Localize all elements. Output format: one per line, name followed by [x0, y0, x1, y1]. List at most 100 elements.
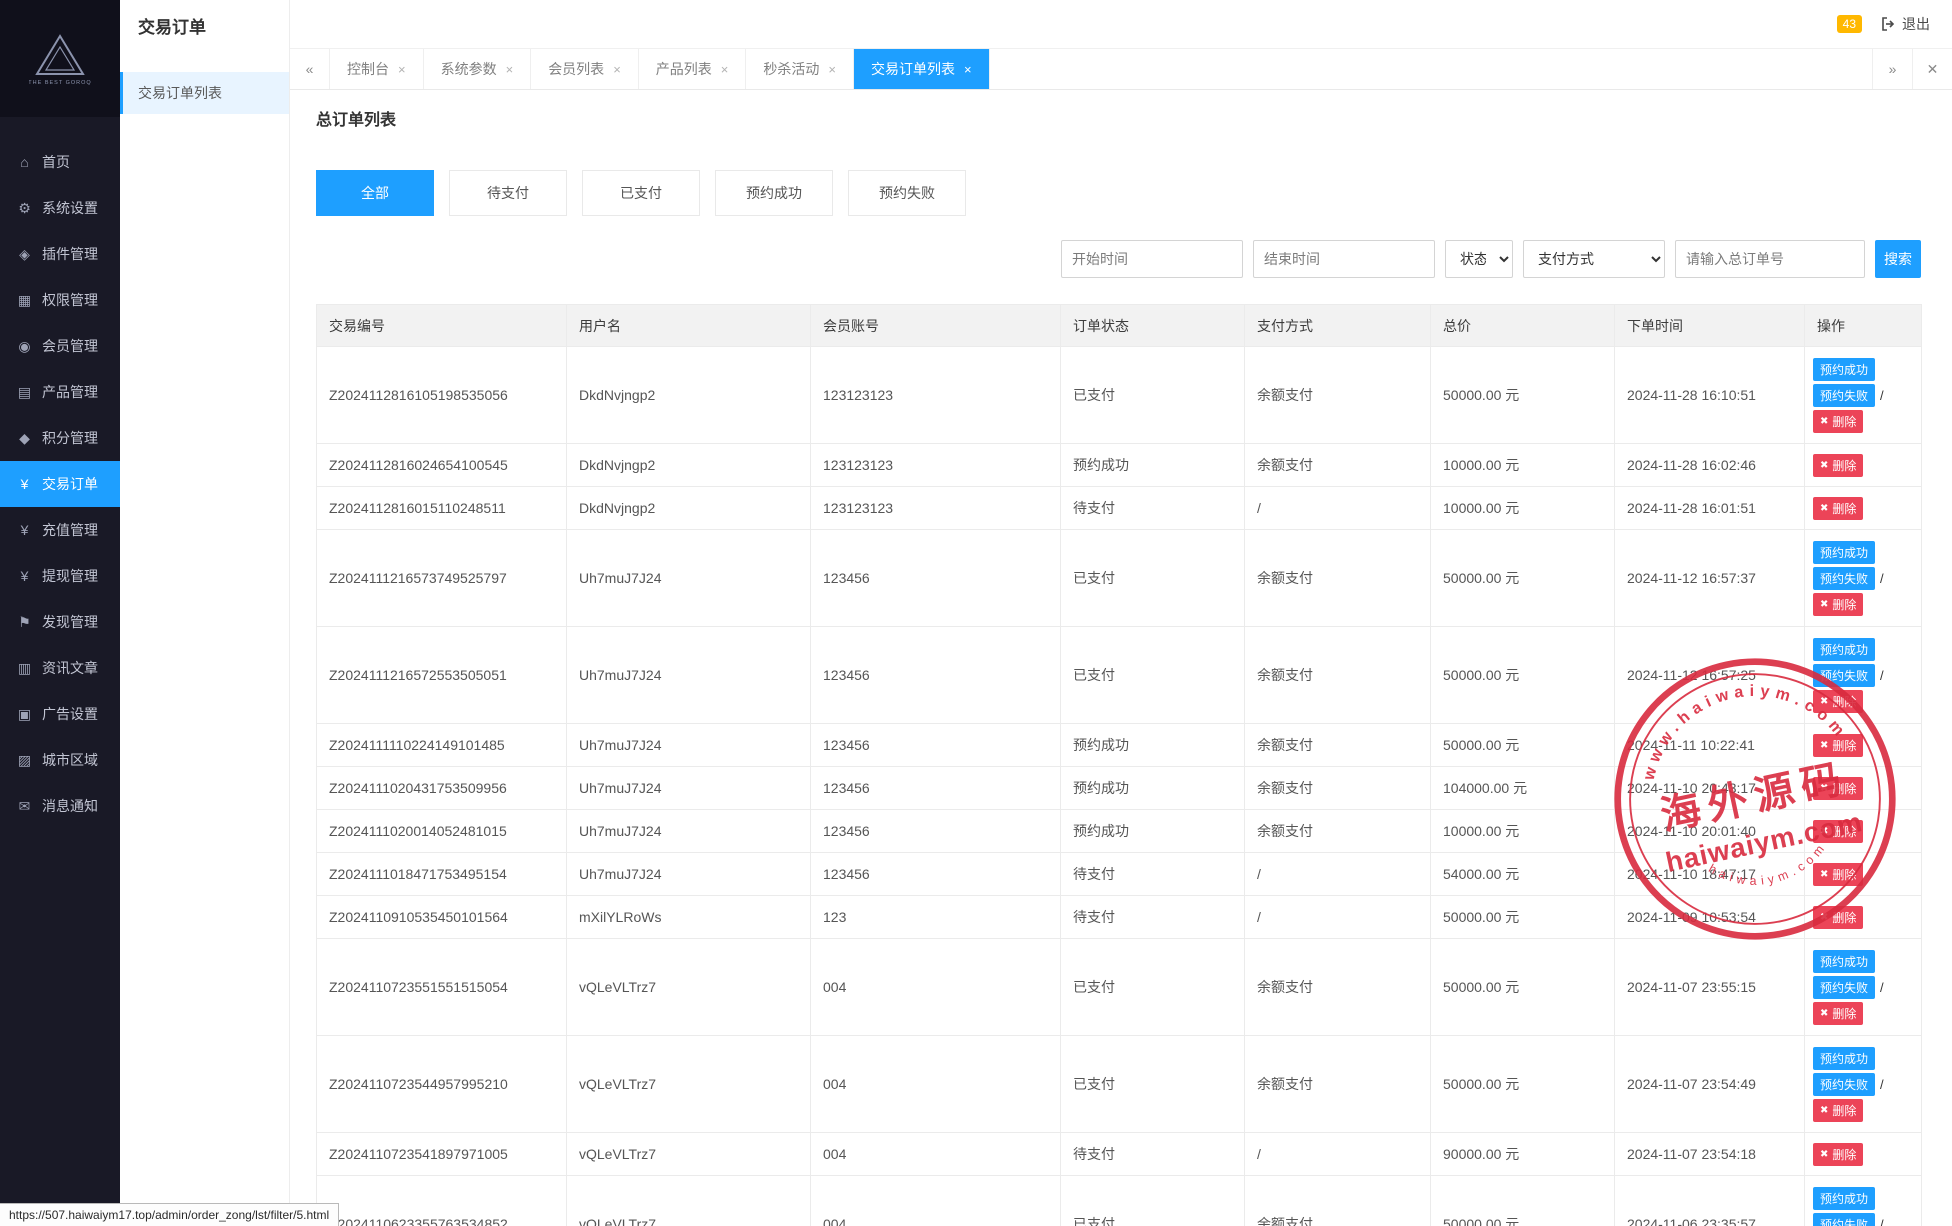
filter-tab-paid[interactable]: 已支付	[582, 170, 700, 216]
filter-tab-all[interactable]: 全部	[316, 170, 434, 216]
reserve-fail-button[interactable]: 预约失败	[1813, 1073, 1875, 1096]
delete-button[interactable]: ✖删除	[1813, 1143, 1863, 1166]
tab-system-params[interactable]: 系统参数×	[424, 49, 532, 89]
ads-icon: ▣	[16, 706, 33, 723]
delete-button[interactable]: ✖删除	[1813, 593, 1863, 616]
delete-x-icon: ✖	[1820, 460, 1828, 471]
sidebar-item-discovery-management[interactable]: ⚑发现管理	[0, 599, 120, 645]
delete-button[interactable]: ✖删除	[1813, 454, 1863, 477]
reserve-success-button[interactable]: 预约成功	[1813, 1187, 1875, 1210]
tab-close-icon[interactable]: ×	[613, 62, 621, 77]
notification-badge[interactable]: 43	[1837, 15, 1862, 33]
reserve-success-button[interactable]: 预约成功	[1813, 950, 1875, 973]
sidebar-item-points-management[interactable]: ◆积分管理	[0, 415, 120, 461]
submenu-item-trade-order-list[interactable]: 交易订单列表	[120, 72, 289, 114]
sidebar-item-product-management[interactable]: ▤产品管理	[0, 369, 120, 415]
tabs-close-all-button[interactable]: ✕	[1912, 49, 1952, 89]
sidebar-item-plugin-management[interactable]: ◈插件管理	[0, 231, 120, 277]
sidebar-item-home[interactable]: ⌂首页	[0, 139, 120, 185]
sidebar-item-city-region[interactable]: ▨城市区域	[0, 737, 120, 783]
reserve-fail-button[interactable]: 预约失败	[1813, 664, 1875, 687]
cell-pay-method: 余额支付	[1245, 530, 1431, 627]
order-no-input[interactable]	[1675, 240, 1865, 278]
tab-flash-sale[interactable]: 秒杀活动×	[746, 49, 854, 89]
cell-username: vQLeVLTrz7	[567, 1036, 811, 1133]
members-icon: ◉	[16, 338, 33, 355]
delete-x-icon: ✖	[1820, 599, 1828, 610]
tab-trade-order-list[interactable]: 交易订单列表×	[854, 49, 990, 89]
cell-actions: ✖删除	[1805, 767, 1922, 810]
sidebar-item-member-management[interactable]: ◉会员管理	[0, 323, 120, 369]
reserve-success-button[interactable]: 预约成功	[1813, 541, 1875, 564]
tab-bar: « 控制台×系统参数×会员列表×产品列表×秒杀活动×交易订单列表× » ✕	[290, 48, 1952, 90]
end-time-input[interactable]	[1253, 240, 1435, 278]
sidebar-item-news-articles[interactable]: ▥资讯文章	[0, 645, 120, 691]
sidebar-item-trade-orders[interactable]: ¥交易订单	[0, 461, 120, 507]
separator: /	[1880, 980, 1884, 995]
order-row: Z2024112816105198535056DkdNvjngp21231231…	[317, 347, 1922, 444]
separator: /	[1880, 388, 1884, 403]
cell-time: 2024-11-07 23:54:18	[1615, 1133, 1805, 1176]
search-button[interactable]: 搜索	[1875, 240, 1921, 278]
reserve-success-button[interactable]: 预约成功	[1813, 638, 1875, 661]
delete-label: 删除	[1832, 1005, 1856, 1022]
reserve-success-button[interactable]: 预约成功	[1813, 1047, 1875, 1070]
tab-close-icon[interactable]: ×	[506, 62, 514, 77]
sidebar-item-withdrawal-management[interactable]: ¥提现管理	[0, 553, 120, 599]
column-header: 总价	[1431, 305, 1615, 347]
cell-order-id: Z2024110910535450101564	[317, 896, 567, 939]
delete-label: 删除	[1832, 780, 1856, 797]
tab-product-list[interactable]: 产品列表×	[639, 49, 747, 89]
delete-button[interactable]: ✖删除	[1813, 497, 1863, 520]
delete-button[interactable]: ✖删除	[1813, 863, 1863, 886]
delete-button[interactable]: ✖删除	[1813, 777, 1863, 800]
start-time-input[interactable]	[1061, 240, 1243, 278]
cell-account: 123456	[811, 530, 1061, 627]
delete-button[interactable]: ✖删除	[1813, 734, 1863, 757]
logout-button[interactable]: 退出	[1880, 14, 1930, 34]
sidebar-item-permission-management[interactable]: ▦权限管理	[0, 277, 120, 323]
tabs-scroll-right-button[interactable]: »	[1872, 49, 1912, 89]
status-select[interactable]: 状态	[1445, 240, 1513, 278]
tab-close-icon[interactable]: ×	[828, 62, 836, 77]
sidebar-item-message-notice[interactable]: ✉消息通知	[0, 783, 120, 829]
app-root: THE BEST GOROQ ⌂首页⚙系统设置◈插件管理▦权限管理◉会员管理▤产…	[0, 0, 1952, 1226]
delete-button[interactable]: ✖删除	[1813, 410, 1863, 433]
order-row: Z2024111216573749525797Uh7muJ7J24123456已…	[317, 530, 1922, 627]
sidebar-item-recharge-management[interactable]: ¥充值管理	[0, 507, 120, 553]
tab-close-icon[interactable]: ×	[721, 62, 729, 77]
cell-price: 50000.00 元	[1431, 530, 1615, 627]
reserve-fail-button[interactable]: 预约失败	[1813, 384, 1875, 407]
cell-time: 2024-11-10 20:01:40	[1615, 810, 1805, 853]
delete-x-icon: ✖	[1820, 912, 1828, 923]
cell-pay-method: 余额支付	[1245, 724, 1431, 767]
filter-tab-reserve-fail[interactable]: 预约失败	[848, 170, 966, 216]
delete-button[interactable]: ✖删除	[1813, 1002, 1863, 1025]
table-header-row: 交易编号用户名会员账号订单状态支付方式总价下单时间操作	[317, 305, 1922, 347]
sidebar-item-label: 提现管理	[42, 566, 98, 586]
payment-method-select[interactable]: 支付方式	[1523, 240, 1665, 278]
delete-button[interactable]: ✖删除	[1813, 906, 1863, 929]
tab-member-list[interactable]: 会员列表×	[531, 49, 639, 89]
tab-close-icon[interactable]: ×	[964, 62, 972, 77]
delete-x-icon: ✖	[1820, 503, 1828, 514]
cell-username: Uh7muJ7J24	[567, 810, 811, 853]
tab-console[interactable]: 控制台×	[330, 49, 424, 89]
reserve-fail-button[interactable]: 预约失败	[1813, 1213, 1875, 1226]
tab-close-icon[interactable]: ×	[398, 62, 406, 77]
filter-tab-pending-payment[interactable]: 待支付	[449, 170, 567, 216]
cell-actions: ✖删除	[1805, 896, 1922, 939]
tabs-scroll-left-button[interactable]: «	[290, 49, 330, 89]
filter-tab-reserve-success[interactable]: 预约成功	[715, 170, 833, 216]
sidebar-item-ad-settings[interactable]: ▣广告设置	[0, 691, 120, 737]
table-header: 交易编号用户名会员账号订单状态支付方式总价下单时间操作	[317, 305, 1922, 347]
delete-button[interactable]: ✖删除	[1813, 690, 1863, 713]
sidebar-item-system-settings[interactable]: ⚙系统设置	[0, 185, 120, 231]
reserve-fail-button[interactable]: 预约失败	[1813, 567, 1875, 590]
cell-order-id: Z2024110723541897971005	[317, 1133, 567, 1176]
delete-button[interactable]: ✖删除	[1813, 820, 1863, 843]
reserve-success-button[interactable]: 预约成功	[1813, 358, 1875, 381]
news-icon: ▥	[16, 660, 33, 677]
delete-button[interactable]: ✖删除	[1813, 1099, 1863, 1122]
reserve-fail-button[interactable]: 预约失败	[1813, 976, 1875, 999]
